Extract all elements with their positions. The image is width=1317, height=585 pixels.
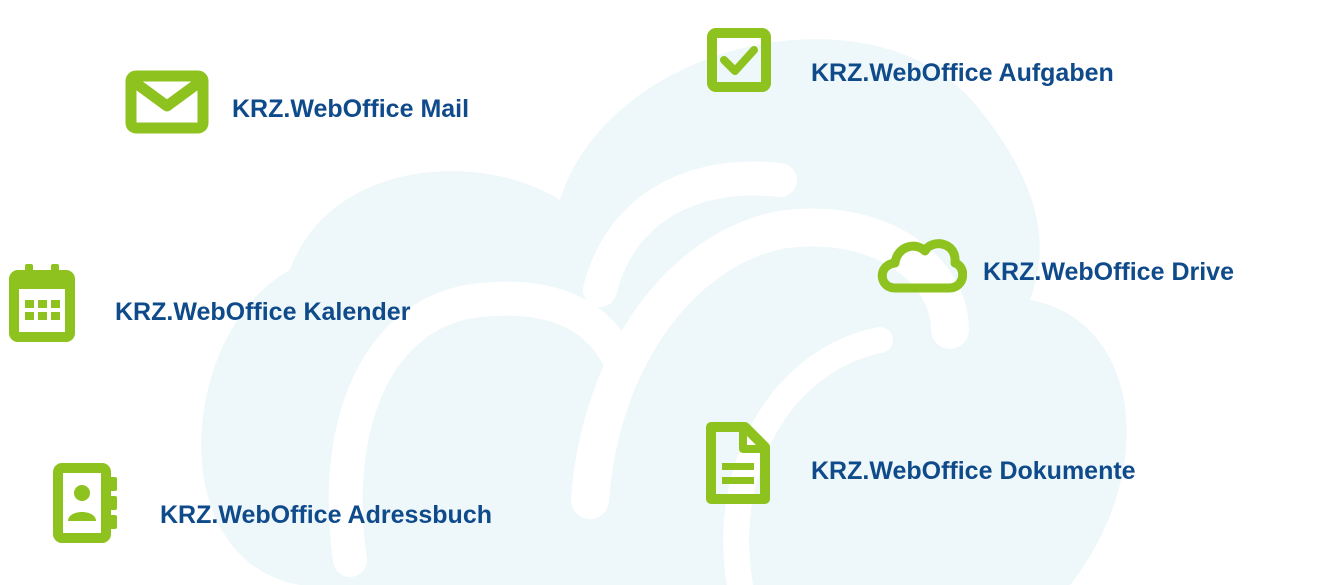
- address-book-icon: [53, 463, 119, 543]
- document-icon: [705, 421, 771, 505]
- calendar-label[interactable]: KRZ.WebOffice Kalender: [115, 297, 410, 327]
- service-overview: KRZ.WebOffice Mail KRZ.WebOffice Aufgabe…: [0, 0, 1317, 585]
- envelope-icon: [125, 70, 209, 134]
- cloud-icon: [875, 233, 967, 295]
- mail-label[interactable]: KRZ.WebOffice Mail: [232, 94, 469, 124]
- documents-label[interactable]: KRZ.WebOffice Dokumente: [811, 456, 1136, 486]
- addressbook-label[interactable]: KRZ.WebOffice Adressbuch: [160, 500, 492, 530]
- calendar-icon: [9, 264, 75, 342]
- checkbox-icon: [707, 28, 771, 92]
- drive-label[interactable]: KRZ.WebOffice Drive: [983, 257, 1234, 287]
- tasks-label[interactable]: KRZ.WebOffice Aufgaben: [811, 58, 1114, 88]
